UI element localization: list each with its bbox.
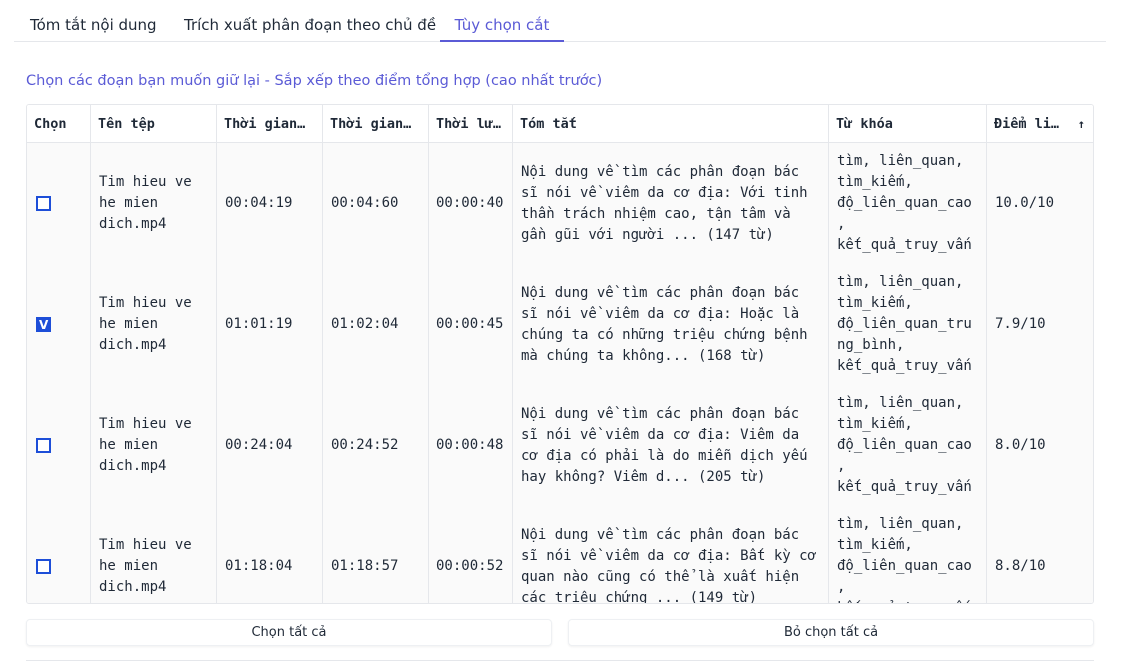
duration-text: 00:00:48 xyxy=(436,437,504,453)
keywords-text: tìm, liên_quan, tìm_kiếm, độ_liên_quan_t… xyxy=(837,274,972,374)
select-cell xyxy=(27,506,91,603)
score-cell: 10.0/10 xyxy=(987,143,1093,264)
row-checkbox[interactable] xyxy=(36,438,51,453)
score-text: 8.0/10 xyxy=(995,437,1046,453)
filename-cell: Tim hieu ve he mien dich.mp4 xyxy=(91,264,217,385)
score-text: 10.0/10 xyxy=(995,195,1055,211)
segments-table[interactable]: Chọn Tên tệp Thời gian… Thời gian… Thời … xyxy=(26,104,1094,604)
duration-cell: 00:00:45 xyxy=(429,264,513,385)
select-cell xyxy=(27,264,91,385)
score-text: 8.8/10 xyxy=(995,558,1046,574)
duration-cell: 00:00:40 xyxy=(429,143,513,264)
keywords-cell: tìm, liên_quan, tìm_kiếm, độ_liên_quan_c… xyxy=(829,143,987,264)
score-cell: 8.0/10 xyxy=(987,385,1093,506)
select-all-button[interactable]: Chọn tất cả xyxy=(26,619,552,646)
column-header-keywords[interactable]: Từ khóa xyxy=(829,105,987,143)
duration-text: 00:00:40 xyxy=(436,195,504,211)
filename-text: Tim hieu ve he mien dich.mp4 xyxy=(99,537,192,595)
score-text: 7.9/10 xyxy=(995,316,1046,332)
keywords-cell: tìm, liên_quan, tìm_kiếm, độ_liên_quan_c… xyxy=(829,506,987,603)
arrow-up-icon[interactable]: ↑ xyxy=(1078,105,1085,143)
filename-text: Tim hieu ve he mien dich.mp4 xyxy=(99,295,192,353)
divider xyxy=(26,660,1094,665)
select-cell xyxy=(27,143,91,264)
filename-text: Tim hieu ve he mien dich.mp4 xyxy=(99,174,192,232)
keywords-cell: tìm, liên_quan, tìm_kiếm, độ_liên_quan_t… xyxy=(829,264,987,385)
column-header-start-time[interactable]: Thời gian… xyxy=(217,105,323,143)
filename-cell: Tim hieu ve he mien dich.mp4 xyxy=(91,385,217,506)
summary-cell: Nội dung về tìm các phân đoạn bác sĩ nói… xyxy=(513,506,829,604)
start-time-cell: 01:01:19 xyxy=(217,264,323,385)
score-cell: 7.9/10 xyxy=(987,264,1093,385)
section-caption: Chọn các đoạn bạn muốn giữ lại - Sắp xếp… xyxy=(26,73,603,89)
start-time-cell: 00:04:19 xyxy=(217,143,323,264)
row-checkbox[interactable] xyxy=(36,315,51,336)
start-time-text: 01:18:04 xyxy=(225,558,293,574)
summary-cell: Nội dung về tìm các phân đoạn bác sĩ nói… xyxy=(513,385,829,506)
filename-text: Tim hieu ve he mien dich.mp4 xyxy=(99,416,192,474)
end-time-cell: 01:18:57 xyxy=(323,506,429,603)
duration-cell: 00:00:52 xyxy=(429,506,513,603)
tab-cut-options[interactable]: Tùy chọn cắt xyxy=(440,0,564,42)
tab-content-summary[interactable]: Tóm tắt nội dung xyxy=(30,0,157,42)
summary-text: Nội dung về tìm các phân đoạn bác sĩ nói… xyxy=(521,405,808,485)
end-time-cell: 00:24:52 xyxy=(323,385,429,506)
duration-text: 00:00:52 xyxy=(436,558,504,574)
filename-cell: Tim hieu ve he mien dich.mp4 xyxy=(91,506,217,603)
tab-topic-segment-extraction[interactable]: Trích xuất phân đoạn theo chủ đề xyxy=(184,0,436,42)
table-header: Chọn Tên tệp Thời gian… Thời gian… Thời … xyxy=(27,105,1093,143)
summary-text: Nội dung về tìm các phân đoạn bác sĩ nói… xyxy=(521,526,817,604)
end-time-text: 00:04:60 xyxy=(331,195,399,211)
end-time-cell: 01:02:04 xyxy=(323,264,429,385)
row-checkbox[interactable] xyxy=(36,196,51,211)
column-header-summary[interactable]: Tóm tắt xyxy=(513,105,829,143)
summary-text: Nội dung về tìm các phân đoạn bác sĩ nói… xyxy=(521,163,808,243)
table-row[interactable]: Tim hieu ve he mien dich.mp4 00:24:04 00… xyxy=(27,385,1093,506)
select-cell xyxy=(27,385,91,506)
table-row[interactable]: Tim hieu ve he mien dich.mp4 01:18:04 01… xyxy=(27,506,1093,604)
keywords-text: tìm, liên_quan, tìm_kiếm, độ_liên_quan_c… xyxy=(837,516,972,603)
column-header-score-label: Điểm li… xyxy=(994,116,1060,132)
end-time-text: 01:18:57 xyxy=(331,558,399,574)
table-row[interactable]: Tim hieu ve he mien dich.mp4 00:04:19 00… xyxy=(27,143,1093,264)
end-time-text: 01:02:04 xyxy=(331,316,399,332)
end-time-cell: 00:04:60 xyxy=(323,143,429,264)
keywords-text: tìm, liên_quan, tìm_kiếm, độ_liên_quan_c… xyxy=(837,395,972,495)
duration-text: 00:00:45 xyxy=(436,316,504,332)
summary-cell: Nội dung về tìm các phân đoạn bác sĩ nói… xyxy=(513,143,829,264)
start-time-text: 00:24:04 xyxy=(225,437,293,453)
keywords-cell: tìm, liên_quan, tìm_kiếm, độ_liên_quan_c… xyxy=(829,385,987,506)
keywords-text: tìm, liên_quan, tìm_kiếm, độ_liên_quan_c… xyxy=(837,153,972,253)
summary-text: Nội dung về tìm các phân đoạn bác sĩ nói… xyxy=(521,284,808,364)
table-row[interactable]: Tim hieu ve he mien dich.mp4 01:01:19 01… xyxy=(27,264,1093,385)
deselect-all-button[interactable]: Bỏ chọn tất cả xyxy=(568,619,1094,646)
column-header-end-time[interactable]: Thời gian… xyxy=(323,105,429,143)
summary-cell: Nội dung về tìm các phân đoạn bác sĩ nói… xyxy=(513,264,829,385)
column-header-duration[interactable]: Thời lư… xyxy=(429,105,513,143)
start-time-text: 01:01:19 xyxy=(225,316,293,332)
row-checkbox[interactable] xyxy=(36,559,51,574)
filename-cell: Tim hieu ve he mien dich.mp4 xyxy=(91,143,217,264)
start-time-cell: 01:18:04 xyxy=(217,506,323,603)
column-header-select[interactable]: Chọn xyxy=(27,105,91,143)
start-time-cell: 00:24:04 xyxy=(217,385,323,506)
end-time-text: 00:24:52 xyxy=(331,437,399,453)
start-time-text: 00:04:19 xyxy=(225,195,293,211)
tab-bar: Tóm tắt nội dung Trích xuất phân đoạn th… xyxy=(14,0,1106,42)
column-header-filename[interactable]: Tên tệp xyxy=(91,105,217,143)
score-cell: 8.8/10 xyxy=(987,506,1093,603)
column-header-score[interactable]: Điểm li… ↑ xyxy=(987,105,1093,143)
duration-cell: 00:00:48 xyxy=(429,385,513,506)
